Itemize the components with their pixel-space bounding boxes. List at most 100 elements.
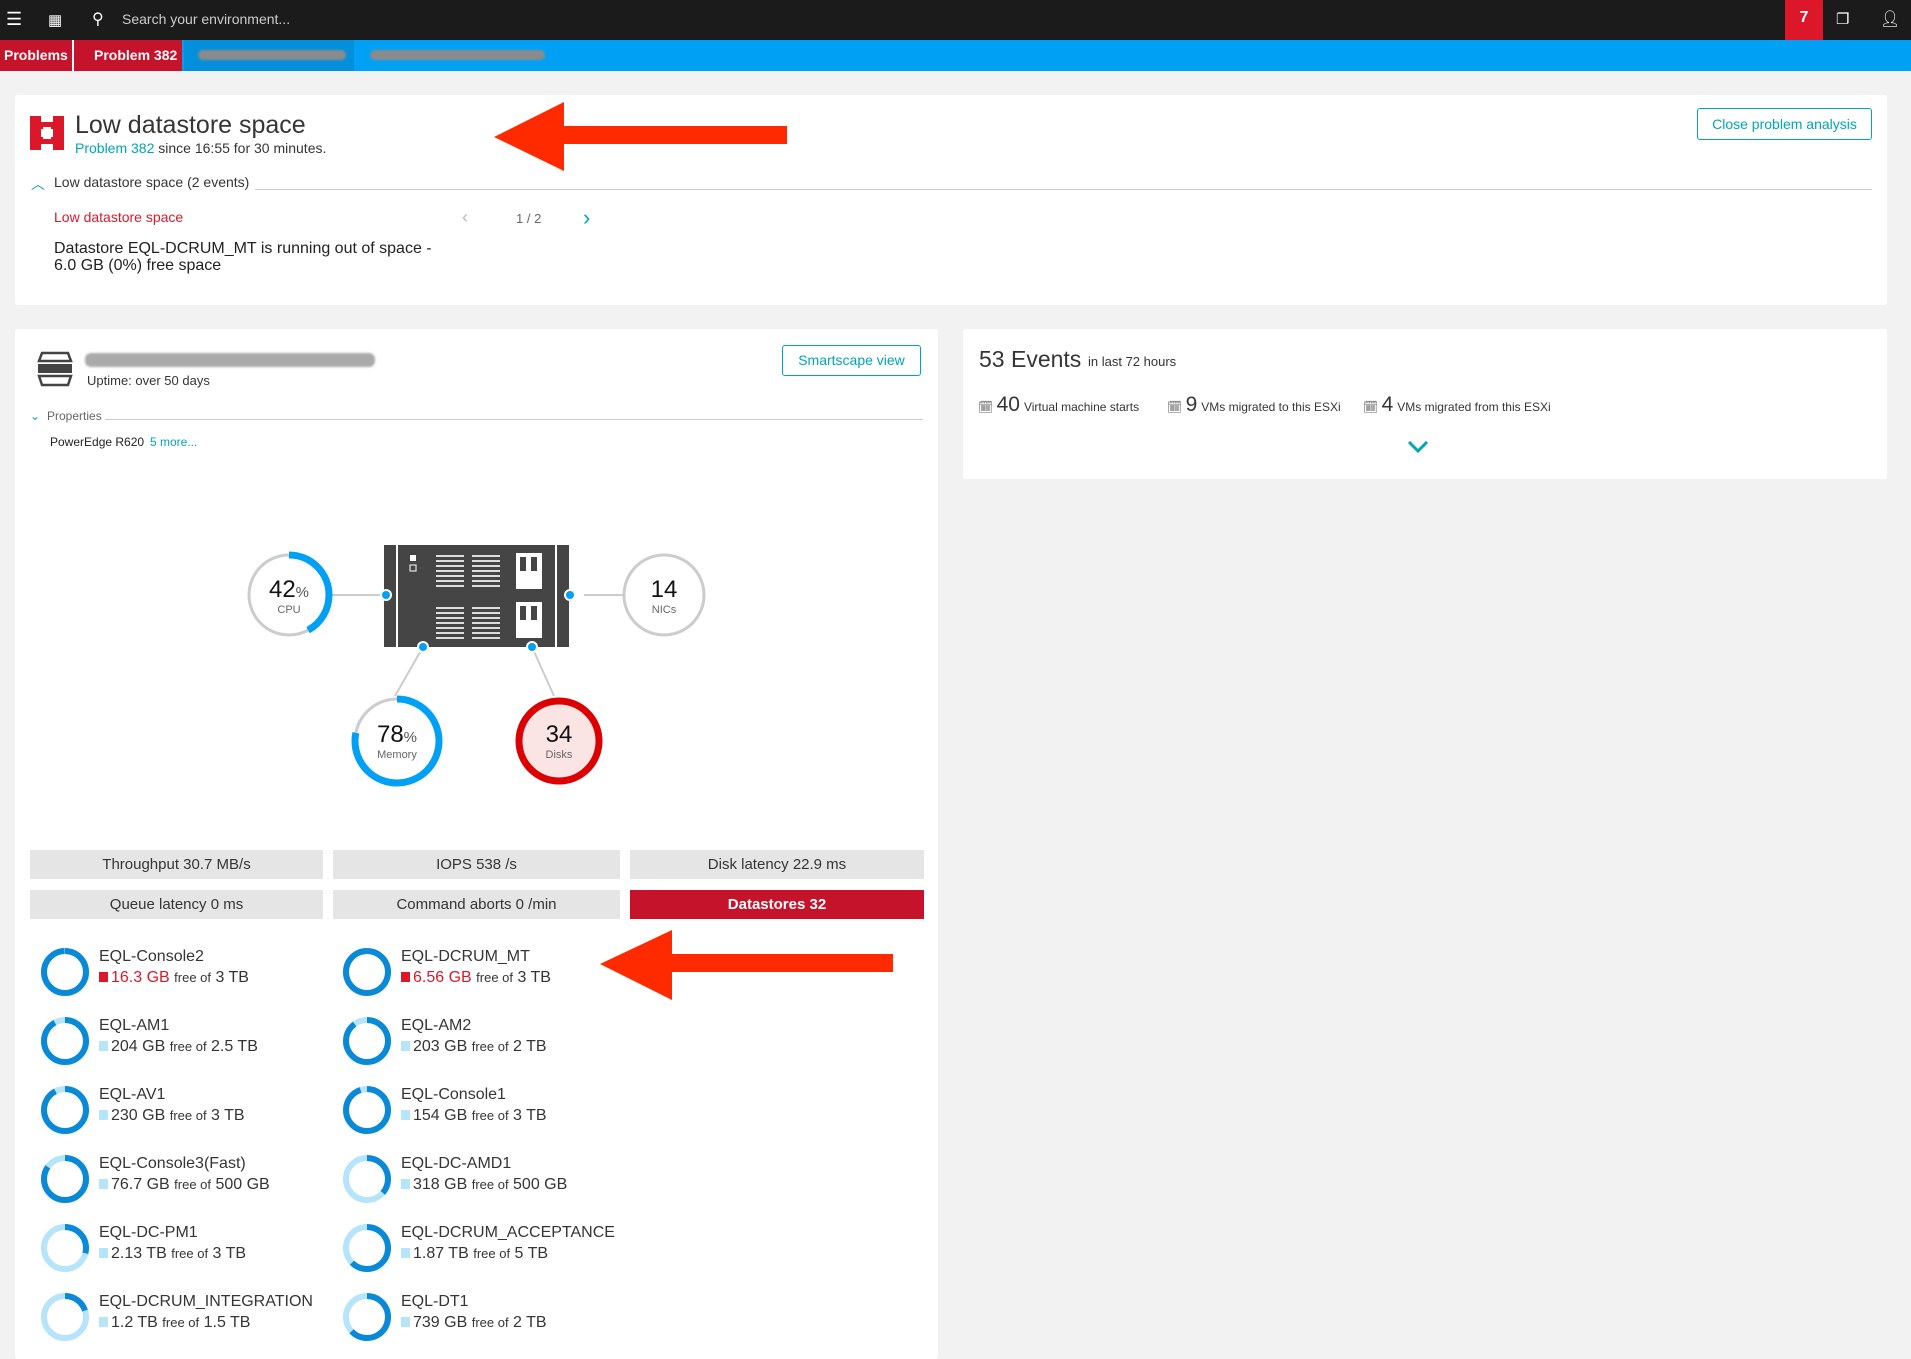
datastore-item[interactable]: EQL-Console1 154 GB free of 3 TB xyxy=(341,1084,641,1144)
datastore-free: 230 GB free of 3 TB xyxy=(99,1107,245,1125)
event-description: Datastore EQL-DCRUM_MT is running out of… xyxy=(54,240,432,274)
host-diagram xyxy=(245,545,706,787)
connector-line xyxy=(394,646,424,697)
datastore-name: EQL-DC-AMD1 xyxy=(401,1155,512,1172)
datastore-usage-donut xyxy=(41,948,89,996)
status-square xyxy=(401,1041,410,1051)
datastore-usage-donut xyxy=(343,1224,391,1272)
status-square xyxy=(99,972,108,982)
status-square xyxy=(99,1110,108,1120)
breadcrumb-environment[interactable] xyxy=(184,40,354,71)
donut-used xyxy=(343,1017,391,1065)
events-period: in last 72 hours xyxy=(1088,354,1177,369)
datastore-name: EQL-DCRUM_ACCEPTANCE xyxy=(401,1224,615,1241)
datastore-item[interactable]: EQL-AV1 230 GB free of 3 TB xyxy=(39,1084,339,1144)
expand-chevron-icon[interactable] xyxy=(1406,439,1430,455)
event-stat[interactable]: 🗓︎ 40 Virtual machine starts xyxy=(978,393,1139,417)
metric-tile[interactable]: IOPS 538 /s xyxy=(333,850,620,879)
datastore-name: EQL-Console2 xyxy=(99,948,204,965)
datastore-item[interactable]: EQL-DC-AMD1 318 GB free of 500 GB xyxy=(341,1153,641,1213)
events-section-toggle[interactable]: Low datastore space (2 events) xyxy=(54,174,249,190)
datastore-name: EQL-AM2 xyxy=(401,1017,472,1034)
datastore-item[interactable]: EQL-DCRUM_ACCEPTANCE 1.87 TB free of 5 TB xyxy=(341,1222,641,1282)
datastore-free: 6.56 GB free of 3 TB xyxy=(401,969,551,987)
port-dot xyxy=(528,643,536,651)
calendar-icon: 🗓︎ xyxy=(1363,400,1382,414)
breadcrumb: Problems Problem 382 xyxy=(0,40,1911,71)
metric-tile[interactable]: Disk latency 22.9 ms xyxy=(630,850,924,879)
datastore-usage-donut xyxy=(41,1224,89,1272)
breadcrumb-host[interactable] xyxy=(356,40,556,71)
connector-line xyxy=(531,646,555,697)
metric-tile[interactable]: Queue latency 0 ms xyxy=(30,890,323,919)
status-square xyxy=(401,1110,410,1120)
breadcrumb-problem-382[interactable]: Problem 382 xyxy=(72,40,182,71)
datastore-free: 1.2 TB free of 1.5 TB xyxy=(99,1314,250,1332)
cpu-gauge[interactable]: 42% CPU xyxy=(249,556,329,636)
status-square xyxy=(401,972,410,982)
datastore-name: EQL-DT1 xyxy=(401,1293,469,1310)
memory-gauge[interactable]: 78% Memory xyxy=(354,698,440,784)
datastore-free: 739 GB free of 2 TB xyxy=(401,1314,547,1332)
datastore-usage-donut xyxy=(41,1293,89,1341)
problem-link[interactable]: Problem 382 xyxy=(75,140,154,156)
datastore-usage-donut xyxy=(41,1017,89,1065)
breadcrumb-problems[interactable]: Problems xyxy=(0,40,72,71)
datastore-free: 76.7 GB free of 500 GB xyxy=(99,1176,270,1194)
dashboard-icon[interactable]: ▦ xyxy=(48,11,62,29)
datastore-item[interactable]: EQL-DCRUM_MT 6.56 GB free of 3 TB xyxy=(341,946,641,1006)
disks-gauge[interactable]: 34 Disks xyxy=(516,694,602,780)
datastore-usage-donut xyxy=(343,1293,391,1341)
status-square xyxy=(401,1179,410,1189)
status-square xyxy=(99,1317,108,1327)
datastore-name: EQL-DCRUM_MT xyxy=(401,948,530,965)
datastore-free: 203 GB free of 2 TB xyxy=(401,1038,547,1056)
datastore-item[interactable]: EQL-AM1 204 GB free of 2.5 TB xyxy=(39,1015,339,1075)
datastore-item[interactable]: EQL-Console3(Fast) 76.7 GB free of 500 GB xyxy=(39,1153,339,1213)
close-problem-analysis-button[interactable]: Close problem analysis xyxy=(1697,108,1872,140)
menu-icon[interactable]: ☰ xyxy=(6,9,22,30)
event-pager: 1 / 2 xyxy=(516,211,542,226)
datastore-item[interactable]: EQL-DCRUM_INTEGRATION 1.2 TB free of 1.5 … xyxy=(39,1291,339,1351)
problems-count-badge[interactable]: 7 xyxy=(1785,0,1823,40)
server-icon xyxy=(384,545,569,647)
chevron-right-icon[interactable]: › xyxy=(583,205,590,231)
datastore-free: 204 GB free of 2.5 TB xyxy=(99,1038,258,1056)
datastore-usage-donut xyxy=(343,1086,391,1134)
metric-tile[interactable]: Datastores 32 xyxy=(630,890,924,919)
problem-subtitle: Problem 382 since 16:55 for 30 minutes. xyxy=(75,140,326,156)
port-dot xyxy=(419,643,427,651)
search-input[interactable]: Search your environment... xyxy=(122,11,290,27)
event-stat[interactable]: 🗓︎ 9 VMs migrated to this ESXi xyxy=(1167,393,1341,417)
datastore-name: EQL-DC-PM1 xyxy=(99,1224,198,1241)
problem-since: since 16:55 for 30 minutes. xyxy=(154,140,327,156)
datastore-item[interactable]: EQL-Console2 16.3 GB free of 3 TB xyxy=(39,946,339,1006)
host-card: Uptime: over 50 days Smartscape view ⌄ P… xyxy=(15,329,938,1359)
status-square xyxy=(99,1041,108,1051)
donut-used xyxy=(41,1017,89,1065)
port-dot xyxy=(566,591,574,599)
datastore-item[interactable]: EQL-AM2 203 GB free of 2 TB xyxy=(341,1015,641,1075)
datastore-name: EQL-AV1 xyxy=(99,1086,166,1103)
user-icon[interactable]: 👤︎ xyxy=(1880,9,1900,29)
datastore-free: 2.13 TB free of 3 TB xyxy=(99,1245,246,1263)
donut-used xyxy=(41,948,89,996)
donut-used xyxy=(41,1086,89,1134)
chevron-up-icon[interactable]: ︿ xyxy=(31,174,45,194)
datastore-item[interactable]: EQL-DC-PM1 2.13 TB free of 3 TB xyxy=(39,1222,339,1282)
port-dot xyxy=(382,591,390,599)
metric-tile[interactable]: Command aborts 0 /min xyxy=(333,890,620,919)
datastore-item[interactable]: EQL-DT1 739 GB free of 2 TB xyxy=(341,1291,641,1351)
nics-gauge[interactable]: 14 NICs xyxy=(624,556,704,636)
donut-used xyxy=(343,948,391,996)
search-icon[interactable]: ⚲ xyxy=(92,9,104,29)
datastore-usage-donut xyxy=(343,948,391,996)
windows-icon[interactable]: ❐ xyxy=(1836,10,1849,28)
datastore-usage-donut xyxy=(343,1017,391,1065)
event-stat[interactable]: 🗓︎ 4 VMs migrated from this ESXi xyxy=(1363,393,1551,417)
datastore-name: EQL-DCRUM_INTEGRATION xyxy=(99,1293,313,1310)
datastore-free: 154 GB free of 3 TB xyxy=(401,1107,547,1125)
metric-tile[interactable]: Throughput 30.7 MB/s xyxy=(30,850,323,879)
status-square xyxy=(401,1317,410,1327)
chevron-left-icon[interactable]: ‹ xyxy=(462,207,468,228)
